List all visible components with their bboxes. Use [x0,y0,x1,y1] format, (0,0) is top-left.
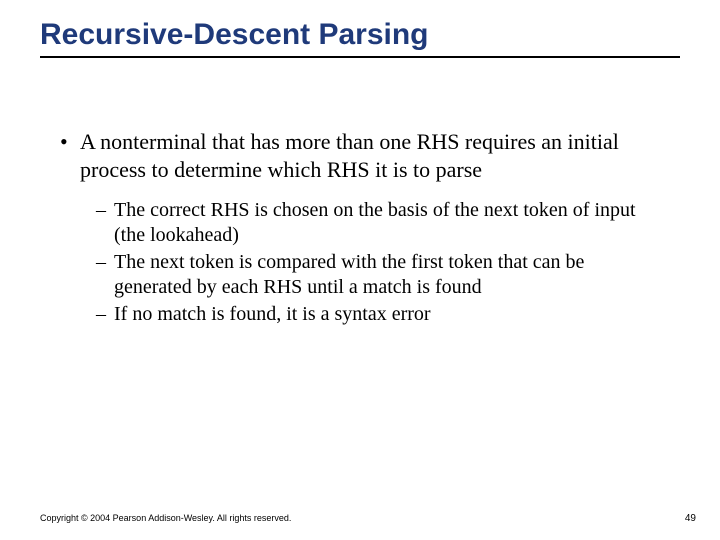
sub-bullet-list: – The correct RHS is chosen on the basis… [60,198,680,327]
sub-bullet-item: – The correct RHS is chosen on the basis… [96,198,680,248]
sub-bullet-text: The next token is compared with the firs… [114,250,680,300]
bullet-text: A nonterminal that has more than one RHS… [80,128,680,184]
sub-bullet-text: If no match is found, it is a syntax err… [114,302,680,327]
bullet-icon: • [60,128,80,156]
slide: Recursive-Descent Parsing • A nontermina… [0,0,720,540]
sub-bullet-item: – If no match is found, it is a syntax e… [96,302,680,327]
page-number: 49 [685,513,696,524]
copyright-text: Copyright © 2004 Pearson Addison-Wesley.… [40,513,291,523]
bullet-item: • A nonterminal that has more than one R… [60,128,680,184]
dash-icon: – [96,198,114,223]
slide-body: • A nonterminal that has more than one R… [40,128,680,327]
title-underline [40,56,680,58]
dash-icon: – [96,250,114,275]
sub-bullet-text: The correct RHS is chosen on the basis o… [114,198,680,248]
page-title: Recursive-Descent Parsing [40,18,680,52]
sub-bullet-item: – The next token is compared with the fi… [96,250,680,300]
slide-footer: Copyright © 2004 Pearson Addison-Wesley.… [40,513,696,524]
dash-icon: – [96,302,114,327]
